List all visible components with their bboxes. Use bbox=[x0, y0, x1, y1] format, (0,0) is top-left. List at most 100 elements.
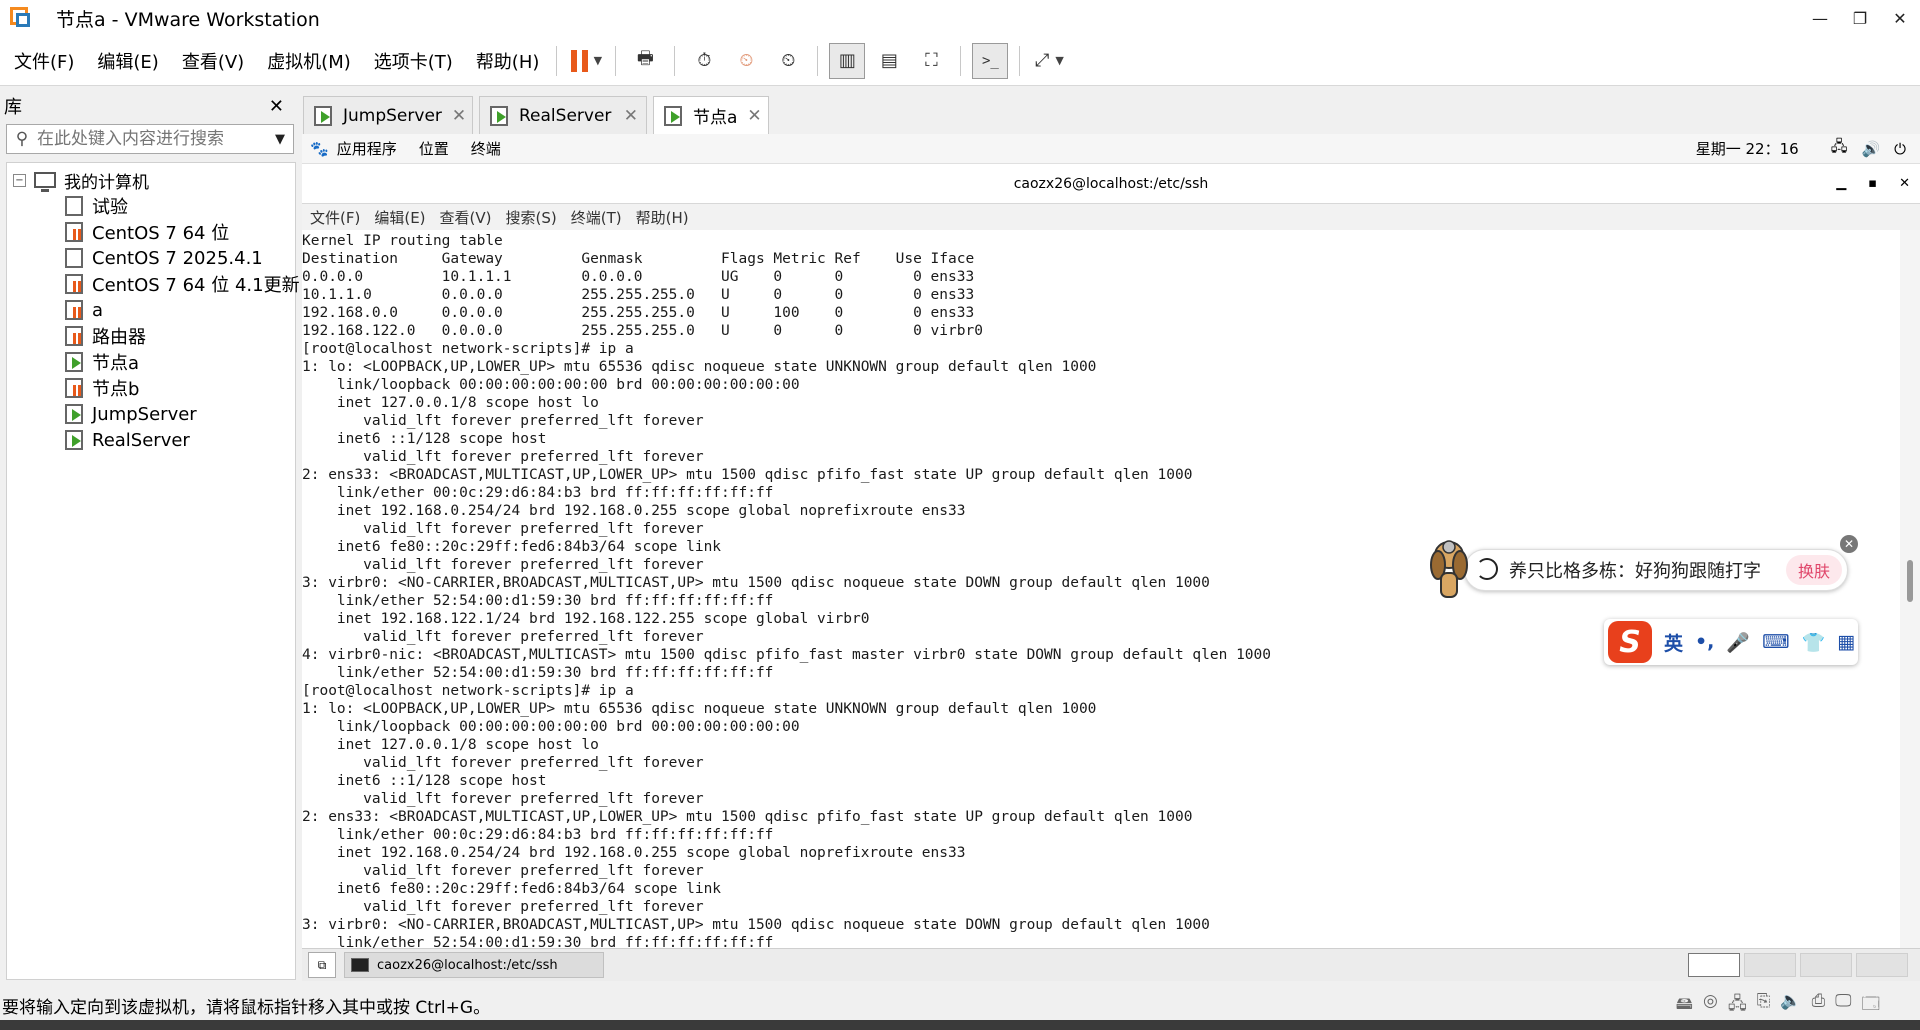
tree-root-my-computer[interactable]: − 我的计算机 bbox=[7, 167, 295, 193]
minimize-icon[interactable]: — bbox=[1800, 0, 1840, 36]
terminal-menu-file[interactable]: 文件(F) bbox=[310, 207, 360, 228]
revert-snapshot-button[interactable]: ⏲ bbox=[728, 43, 764, 79]
chevron-down-icon[interactable]: ▼ bbox=[1055, 54, 1063, 67]
workspace-2[interactable] bbox=[1744, 953, 1796, 977]
sogou-logo-icon[interactable]: S bbox=[1608, 621, 1652, 663]
close-tab-icon[interactable]: ✕ bbox=[624, 106, 638, 126]
library-item-label: a bbox=[92, 299, 104, 321]
host-taskbar-strip bbox=[0, 1020, 1920, 1030]
terminal-close-icon[interactable]: ✕ bbox=[1899, 176, 1910, 191]
vm-tab[interactable]: JumpServer ✕ bbox=[303, 96, 473, 134]
chevron-down-icon[interactable]: ▼ bbox=[594, 54, 602, 67]
library-item-label: 节点a bbox=[92, 353, 140, 374]
chevron-down-icon[interactable]: ▼ bbox=[267, 132, 293, 147]
vm-paused-icon bbox=[65, 222, 85, 242]
usb-icon[interactable]: ⎘ bbox=[1757, 991, 1771, 1020]
ime-language-toggle[interactable]: 英 bbox=[1664, 629, 1683, 656]
console-view-button[interactable]: >_ bbox=[972, 42, 1009, 79]
dog-mascot-icon bbox=[1430, 540, 1468, 598]
revert-snapshot-icon: ⏲ bbox=[739, 50, 754, 71]
workspace-1[interactable] bbox=[1688, 953, 1740, 977]
sound-card-icon[interactable]: 🔈 bbox=[1780, 991, 1801, 1020]
close-icon[interactable]: ✕ bbox=[1880, 0, 1920, 36]
swap-skin-button[interactable]: 换肤 bbox=[1785, 555, 1842, 585]
ime-tip-text: 养只比格多栋：好狗狗跟随打字 bbox=[1509, 561, 1761, 582]
gnome-applications-menu[interactable]: 应用程序 bbox=[337, 138, 397, 159]
library-item[interactable]: 路由器 bbox=[7, 323, 295, 349]
library-search-input[interactable] bbox=[37, 129, 267, 149]
power-icon[interactable]: ⏻ bbox=[1894, 140, 1906, 158]
thumbnail-layout-icon: ▤ bbox=[880, 50, 898, 71]
volume-icon[interactable]: 🔊 bbox=[1861, 140, 1880, 158]
hard-disk-icon[interactable]: 🖴 bbox=[1676, 991, 1693, 1020]
thumbnail-bar-button[interactable]: ▤ bbox=[871, 43, 907, 79]
menu-help[interactable]: 帮助(H) bbox=[462, 48, 549, 74]
message-icon[interactable]: 🗔 bbox=[1862, 991, 1880, 1020]
display-icon[interactable]: 🖵 bbox=[1835, 991, 1851, 1020]
library-item-label: 试验 bbox=[92, 197, 128, 218]
snapshot-manager-button[interactable]: ⏲ bbox=[770, 43, 806, 79]
microphone-icon[interactable]: 🎤 bbox=[1726, 631, 1750, 654]
close-library-icon[interactable]: ✕ bbox=[269, 96, 284, 117]
library-item[interactable]: a bbox=[7, 297, 295, 323]
menu-edit[interactable]: 编辑(E) bbox=[83, 48, 167, 74]
menu-view[interactable]: 查看(V) bbox=[168, 48, 253, 74]
gnome-terminal-menu[interactable]: 终端 bbox=[471, 138, 501, 159]
library-item[interactable]: 节点b bbox=[7, 375, 295, 401]
terminal-menu-help[interactable]: 帮助(H) bbox=[636, 207, 689, 228]
menu-vm[interactable]: 虚拟机(M) bbox=[253, 48, 360, 74]
status-bar: 要将输入定向到该虚拟机，请将鼠标指针移入其中或按 Ctrl+G。 🖴 ◎ 🖧 ⎘… bbox=[0, 990, 1920, 1020]
terminal-menu-view[interactable]: 查看(V) bbox=[440, 207, 492, 228]
library-item[interactable]: CentOS 7 64 位 bbox=[7, 219, 295, 245]
maximize-icon[interactable]: ❐ bbox=[1840, 0, 1880, 36]
close-tab-icon[interactable]: ✕ bbox=[452, 106, 466, 126]
workspace-3[interactable] bbox=[1800, 953, 1852, 977]
stretch-button[interactable]: ⤢ ▼ bbox=[1031, 43, 1067, 79]
network-icon[interactable]: 🖧 bbox=[1831, 136, 1848, 161]
library-item[interactable]: RealServer bbox=[7, 427, 295, 453]
vm-tab[interactable]: 节点a ✕ bbox=[653, 96, 769, 134]
terminal-menu-terminal[interactable]: 终端(T) bbox=[571, 207, 622, 228]
library-item[interactable]: CentOS 7 2025.4.1 bbox=[7, 245, 295, 271]
ime-toolbar: S 英 •, 🎤 ⌨ 👕 ▦ bbox=[1604, 619, 1858, 665]
gnome-clock[interactable]: 星期一 22：16 bbox=[1696, 138, 1799, 159]
punctuation-icon[interactable]: •, bbox=[1695, 631, 1714, 653]
library-item[interactable]: 节点a bbox=[7, 349, 295, 375]
cd-rom-icon[interactable]: ◎ bbox=[1703, 991, 1718, 1020]
library-item-label: 路由器 bbox=[92, 327, 146, 348]
library-item[interactable]: 试验 bbox=[7, 193, 295, 219]
terminal-titlebar: caozx26@localhost:/etc/ssh ▁ ▪ ✕ bbox=[302, 164, 1920, 204]
terminal-menu-edit[interactable]: 编辑(E) bbox=[374, 207, 425, 228]
terminal-menu-search[interactable]: 搜索(S) bbox=[506, 207, 557, 228]
soft-keyboard-icon[interactable]: ⌨ bbox=[1762, 631, 1789, 653]
terminal-maximize-icon[interactable]: ▪ bbox=[1868, 176, 1877, 191]
vm-tab[interactable]: RealServer ✕ bbox=[479, 96, 647, 134]
gnome-places-menu[interactable]: 位置 bbox=[419, 138, 449, 159]
taskbar-terminal-item[interactable]: caozx26@localhost:/etc/ssh bbox=[344, 952, 604, 978]
workspace-4[interactable] bbox=[1856, 953, 1908, 977]
window-title: 节点a - VMware Workstation bbox=[56, 8, 320, 31]
toolbar-separator bbox=[1019, 45, 1021, 76]
library-item[interactable]: CentOS 7 64 位 4.1更新 bbox=[7, 271, 300, 297]
terminal-minimize-icon[interactable]: ▁ bbox=[1836, 176, 1846, 191]
close-tab-icon[interactable]: ✕ bbox=[747, 106, 761, 126]
skin-shirt-icon[interactable]: 👕 bbox=[1802, 631, 1826, 654]
network-adapter-icon[interactable]: 🖧 bbox=[1728, 991, 1747, 1020]
library-item[interactable]: JumpServer bbox=[7, 401, 295, 427]
menu-file[interactable]: 文件(F) bbox=[0, 48, 83, 74]
show-library-button[interactable]: ▥ bbox=[829, 42, 866, 79]
collapse-icon[interactable]: − bbox=[13, 173, 26, 187]
terminal-scrollbar[interactable] bbox=[1900, 230, 1920, 948]
fullscreen-button[interactable]: ⛶ bbox=[913, 43, 949, 79]
send-ctrl-alt-del-button[interactable]: 🖶 bbox=[627, 43, 663, 79]
toolbox-grid-icon[interactable]: ▦ bbox=[1837, 631, 1855, 653]
gnome-apps-icon: 🐾 bbox=[310, 139, 329, 158]
menu-tabs[interactable]: 选项卡(T) bbox=[360, 48, 462, 74]
snapshot-button[interactable]: ⏱ bbox=[686, 43, 722, 79]
show-desktop-icon[interactable]: ⧉ bbox=[308, 952, 336, 978]
pause-button[interactable]: ▼ bbox=[568, 43, 604, 79]
close-popup-icon[interactable]: ✕ bbox=[1840, 535, 1858, 553]
scrollbar-thumb[interactable] bbox=[1907, 560, 1913, 602]
ime-tip-popup: 养只比格多栋：好狗狗跟随打字 换肤 ✕ bbox=[1424, 535, 1858, 607]
printer-icon[interactable]: ⎙ bbox=[1812, 991, 1826, 1020]
